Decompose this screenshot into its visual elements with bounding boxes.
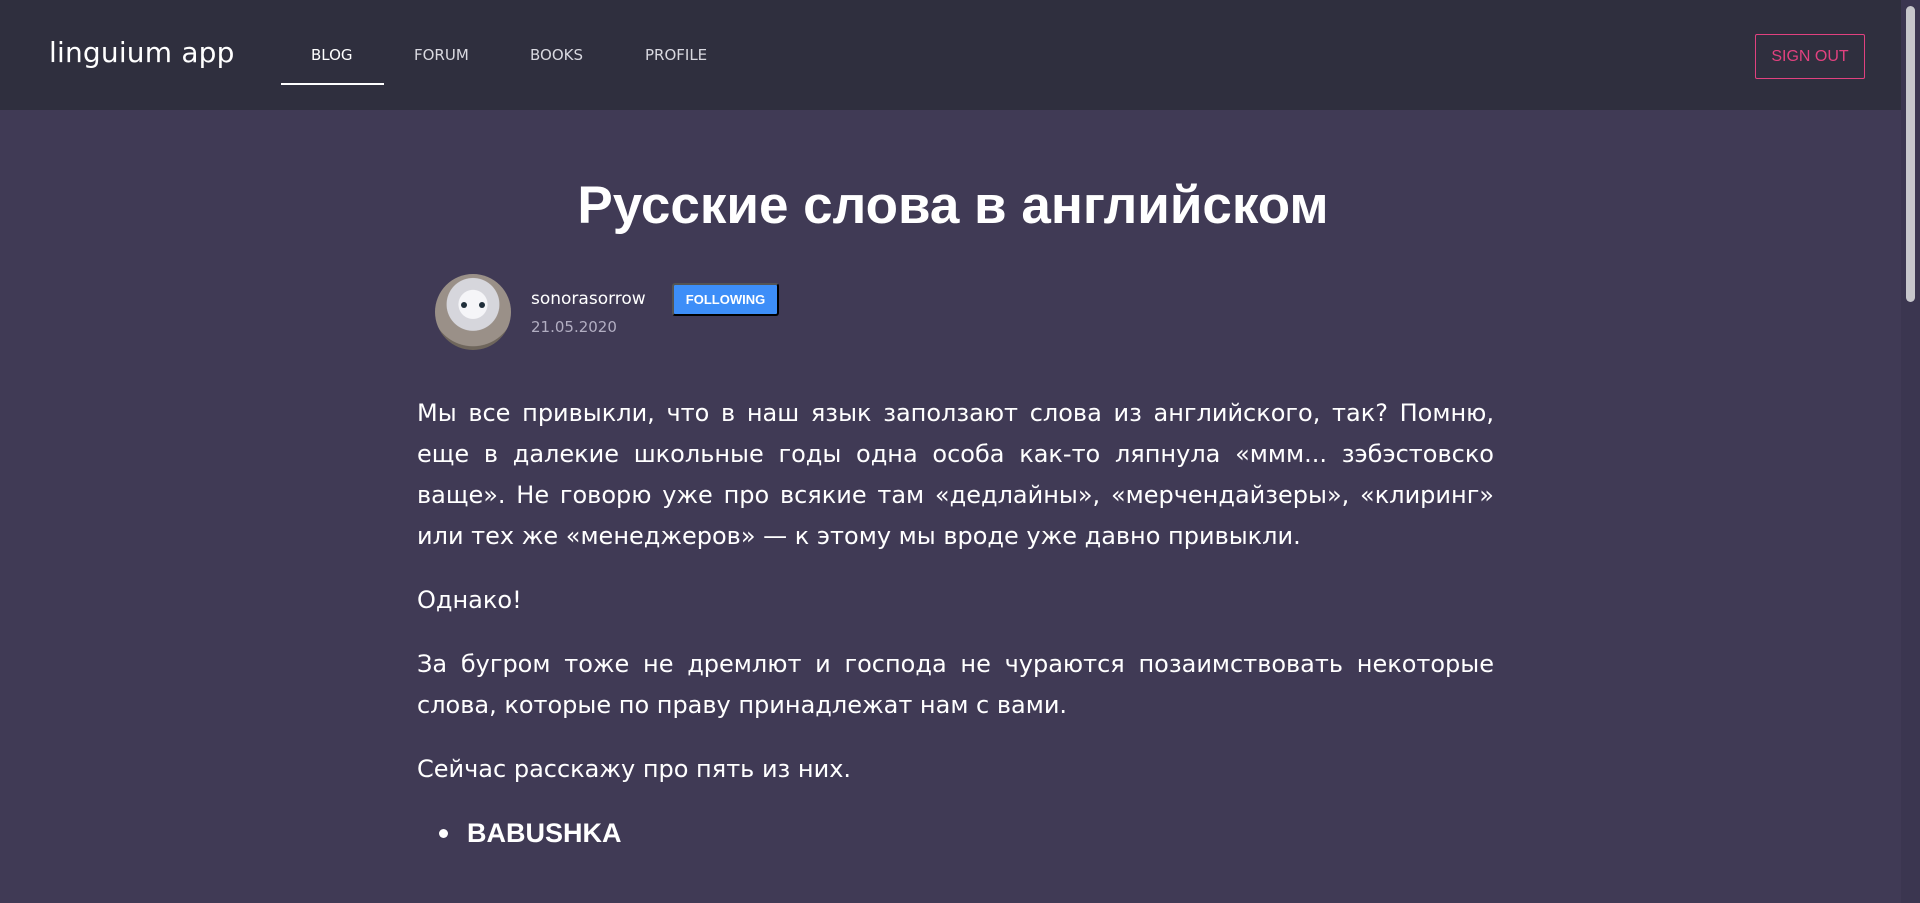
avatar-eye-icon [461,302,467,308]
nav-active-indicator [281,83,384,85]
nav-forum[interactable]: FORUM [414,46,469,64]
sign-out-button[interactable]: SIGN OUT [1755,34,1865,79]
top-navbar: linguium app BLOG FORUM BOOKS PROFILE SI… [0,0,1901,110]
article-paragraph: За бугром тоже не дремлют и господа не ч… [417,650,1494,719]
post-title: Русские слова в английском [577,176,1329,235]
post-date: 21.05.2020 [531,318,617,336]
list-item: BABUSHKA [417,813,1494,854]
bullet-icon [439,829,448,838]
app-brand[interactable]: linguium app [49,36,235,69]
article-list: BABUSHKA [417,813,1494,854]
nav-books[interactable]: BOOKS [530,46,583,64]
avatar-eye-icon [479,302,485,308]
nav-profile[interactable]: PROFILE [645,46,707,64]
list-item-label: BABUSHKA [467,818,622,848]
nav-blog[interactable]: BLOG [311,46,353,64]
article-body: Мы все привыкли, что в наш язык заползаю… [417,393,1494,854]
author-avatar[interactable] [435,274,511,350]
author-username[interactable]: sonorasorrow [531,289,646,309]
following-button[interactable]: FOLLOWING [672,283,779,316]
scrollbar-thumb[interactable] [1906,6,1915,302]
article-paragraph: Мы все привыкли, что в наш язык заползаю… [417,399,1494,550]
article-paragraph: Сейчас расскажу про пять из них. [417,755,852,783]
article-paragraph: Однако! [417,586,522,614]
page-scrollbar[interactable] [1901,0,1920,903]
